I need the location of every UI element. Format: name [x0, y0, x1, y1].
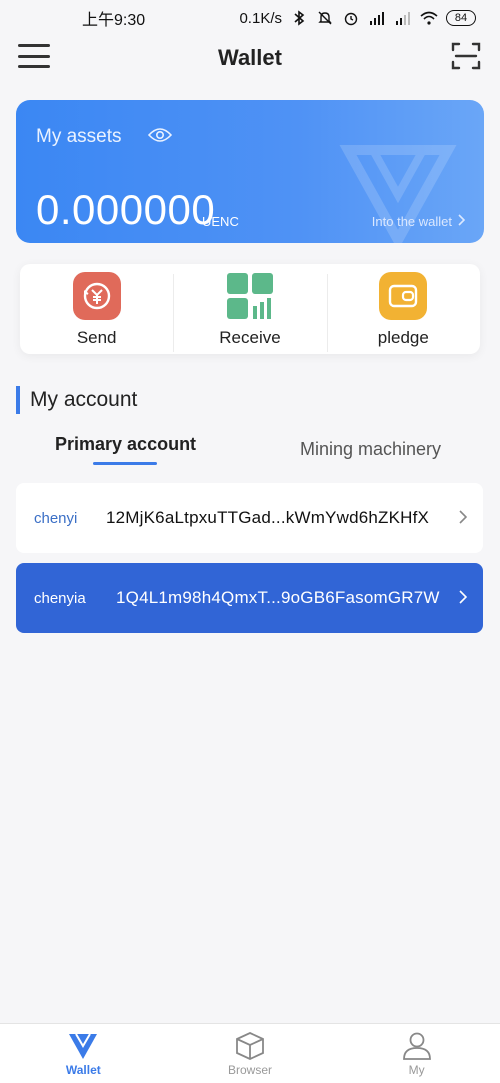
nav-browser-label: Browser — [228, 1062, 273, 1077]
signal-icon — [394, 9, 412, 27]
receive-icon — [226, 272, 274, 320]
account-tabs: Primary account Mining machinery — [0, 430, 500, 470]
battery-level: 84 — [454, 12, 468, 24]
account-address: 12MjK6aLtpxuTTGad...kWmYwd6hZKHfX — [106, 508, 430, 527]
pledge-button[interactable]: pledge — [326, 264, 480, 354]
battery-icon: 84 — [446, 10, 476, 26]
account-address: 1Q4L1m98h4QmxT...9oGB6FasomGR7W — [116, 588, 440, 607]
nav-my[interactable]: My — [333, 1024, 500, 1083]
app-header: Wallet — [0, 36, 500, 80]
network-speed: 0.1K/s — [239, 9, 282, 27]
into-wallet-link[interactable]: Into the wallet — [372, 214, 466, 229]
eye-icon[interactable] — [147, 126, 173, 144]
wifi-icon — [420, 9, 438, 27]
assets-card: My assets 0.000000 UENC Into the wallet — [16, 100, 484, 243]
account-name: chenyi — [34, 509, 78, 527]
status-time: 上午9:30 — [82, 12, 146, 29]
nav-wallet-label: Wallet — [65, 1062, 101, 1077]
menu-icon[interactable] — [18, 42, 50, 70]
nav-wallet[interactable]: Wallet — [0, 1024, 167, 1083]
receive-label: Receive — [219, 328, 281, 347]
status-icons: 0.1K/s 84 — [239, 9, 476, 27]
nav-my-label: My — [408, 1062, 425, 1077]
section-title-my-account: My account — [16, 386, 137, 414]
bluetooth-icon — [290, 9, 308, 27]
pledge-icon — [379, 272, 428, 320]
receive-button[interactable]: Receive — [173, 264, 326, 354]
assets-label: My assets — [36, 126, 122, 147]
wallet-icon — [69, 1032, 98, 1059]
chevron-right-icon — [459, 507, 468, 530]
pledge-label: pledge — [377, 328, 429, 347]
tab-primary-account[interactable]: Primary account — [55, 434, 196, 455]
chevron-right-icon — [458, 214, 466, 229]
assets-unit: UENC — [202, 214, 239, 229]
tab-mining-machinery[interactable]: Mining machinery — [300, 439, 441, 460]
alarm-icon — [342, 9, 360, 27]
user-icon — [402, 1032, 431, 1060]
mute-icon — [316, 9, 334, 27]
cube-icon — [236, 1031, 264, 1060]
chevron-right-icon — [459, 587, 468, 610]
send-label: Send — [76, 328, 117, 347]
scan-icon[interactable] — [450, 40, 482, 72]
send-button[interactable]: Send — [20, 264, 173, 354]
quick-actions: Send Receive pledge — [20, 264, 480, 354]
into-wallet-label: Into the wallet — [371, 214, 452, 229]
page-title: Wallet — [218, 45, 282, 70]
assets-value: 0.000000 — [36, 186, 216, 233]
send-icon — [72, 272, 121, 320]
bottom-nav: Wallet Browser My — [0, 1023, 500, 1083]
account-row-selected[interactable]: chenyia 1Q4L1m98h4QmxT...9oGB6FasomGR7W — [16, 563, 483, 633]
signal-icon — [368, 9, 386, 27]
account-name: chenyia — [34, 589, 86, 607]
account-row[interactable]: chenyi 12MjK6aLtpxuTTGad...kWmYwd6hZKHfX — [16, 483, 483, 553]
status-bar: 上午9:30 0.1K/s 84 — [0, 0, 500, 36]
nav-browser[interactable]: Browser — [167, 1024, 334, 1083]
tab-active-indicator — [93, 462, 157, 465]
